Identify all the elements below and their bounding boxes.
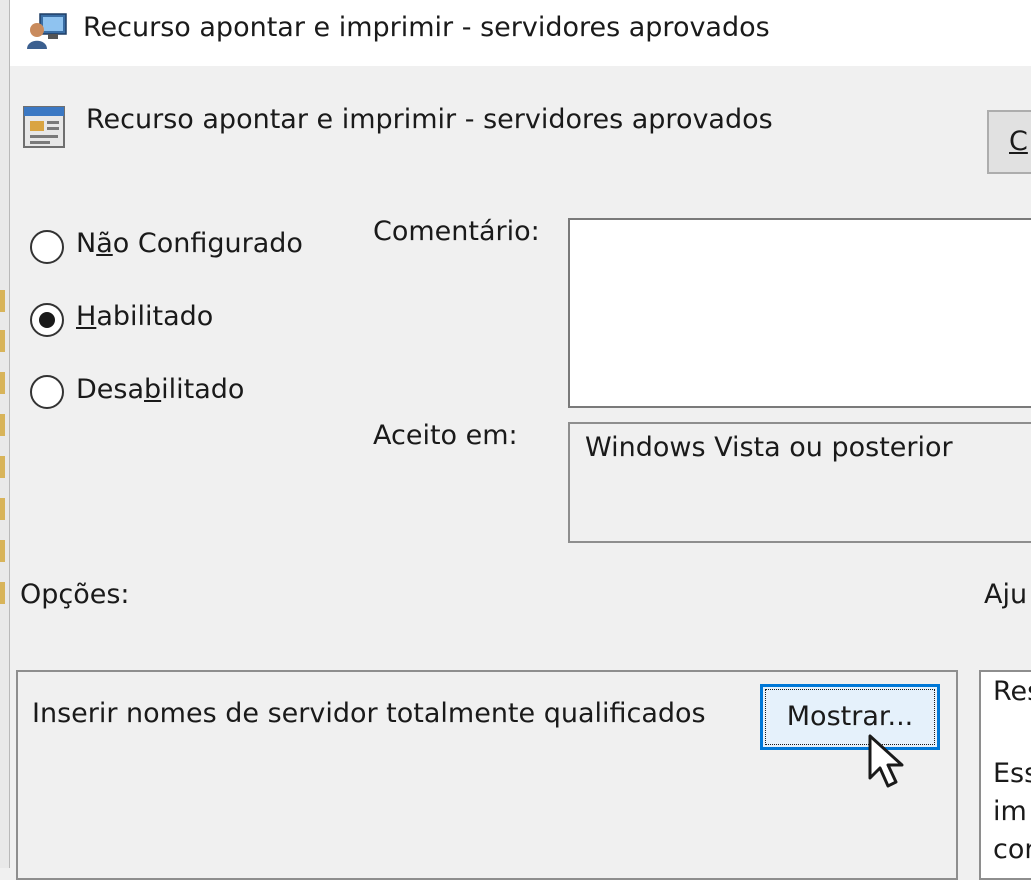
enabled-radio[interactable] xyxy=(30,303,64,337)
disabled-label[interactable]: Desabilitado xyxy=(76,374,244,405)
not-configured-label[interactable]: Não Configurado xyxy=(76,228,303,259)
help-text-line: im xyxy=(993,796,1027,827)
server-names-option-label: Inserir nomes de servidor totalmente qua… xyxy=(32,698,706,729)
disabled-radio[interactable] xyxy=(30,375,64,409)
help-text-line: Res xyxy=(993,676,1031,707)
help-label: Aju xyxy=(984,579,1028,610)
mouse-cursor-icon xyxy=(868,734,904,788)
show-button[interactable]: Mostrar... xyxy=(760,684,940,750)
options-label: Opções: xyxy=(20,579,130,610)
previous-setting-button[interactable]: C xyxy=(987,110,1031,174)
help-text-line: Ess xyxy=(993,758,1031,789)
previous-setting-label: C xyxy=(1009,126,1028,157)
supported-on-label: Aceito em: xyxy=(373,420,518,451)
comment-textarea[interactable] xyxy=(568,218,1031,408)
enabled-label[interactable]: Habilitado xyxy=(76,301,213,332)
comment-label: Comentário: xyxy=(373,216,540,247)
background-window-edge xyxy=(0,0,10,868)
supported-on-value: Windows Vista ou posterior xyxy=(585,432,953,463)
help-panel: Res Ess im con xyxy=(979,670,1031,880)
not-configured-radio[interactable] xyxy=(30,230,64,264)
setting-title: Recurso apontar e imprimir - servidores … xyxy=(86,104,773,135)
help-text-line: con xyxy=(993,834,1031,865)
window-title: Recurso apontar e imprimir - servidores … xyxy=(83,12,770,43)
policy-setting-icon xyxy=(23,106,65,148)
group-policy-icon xyxy=(27,13,67,49)
